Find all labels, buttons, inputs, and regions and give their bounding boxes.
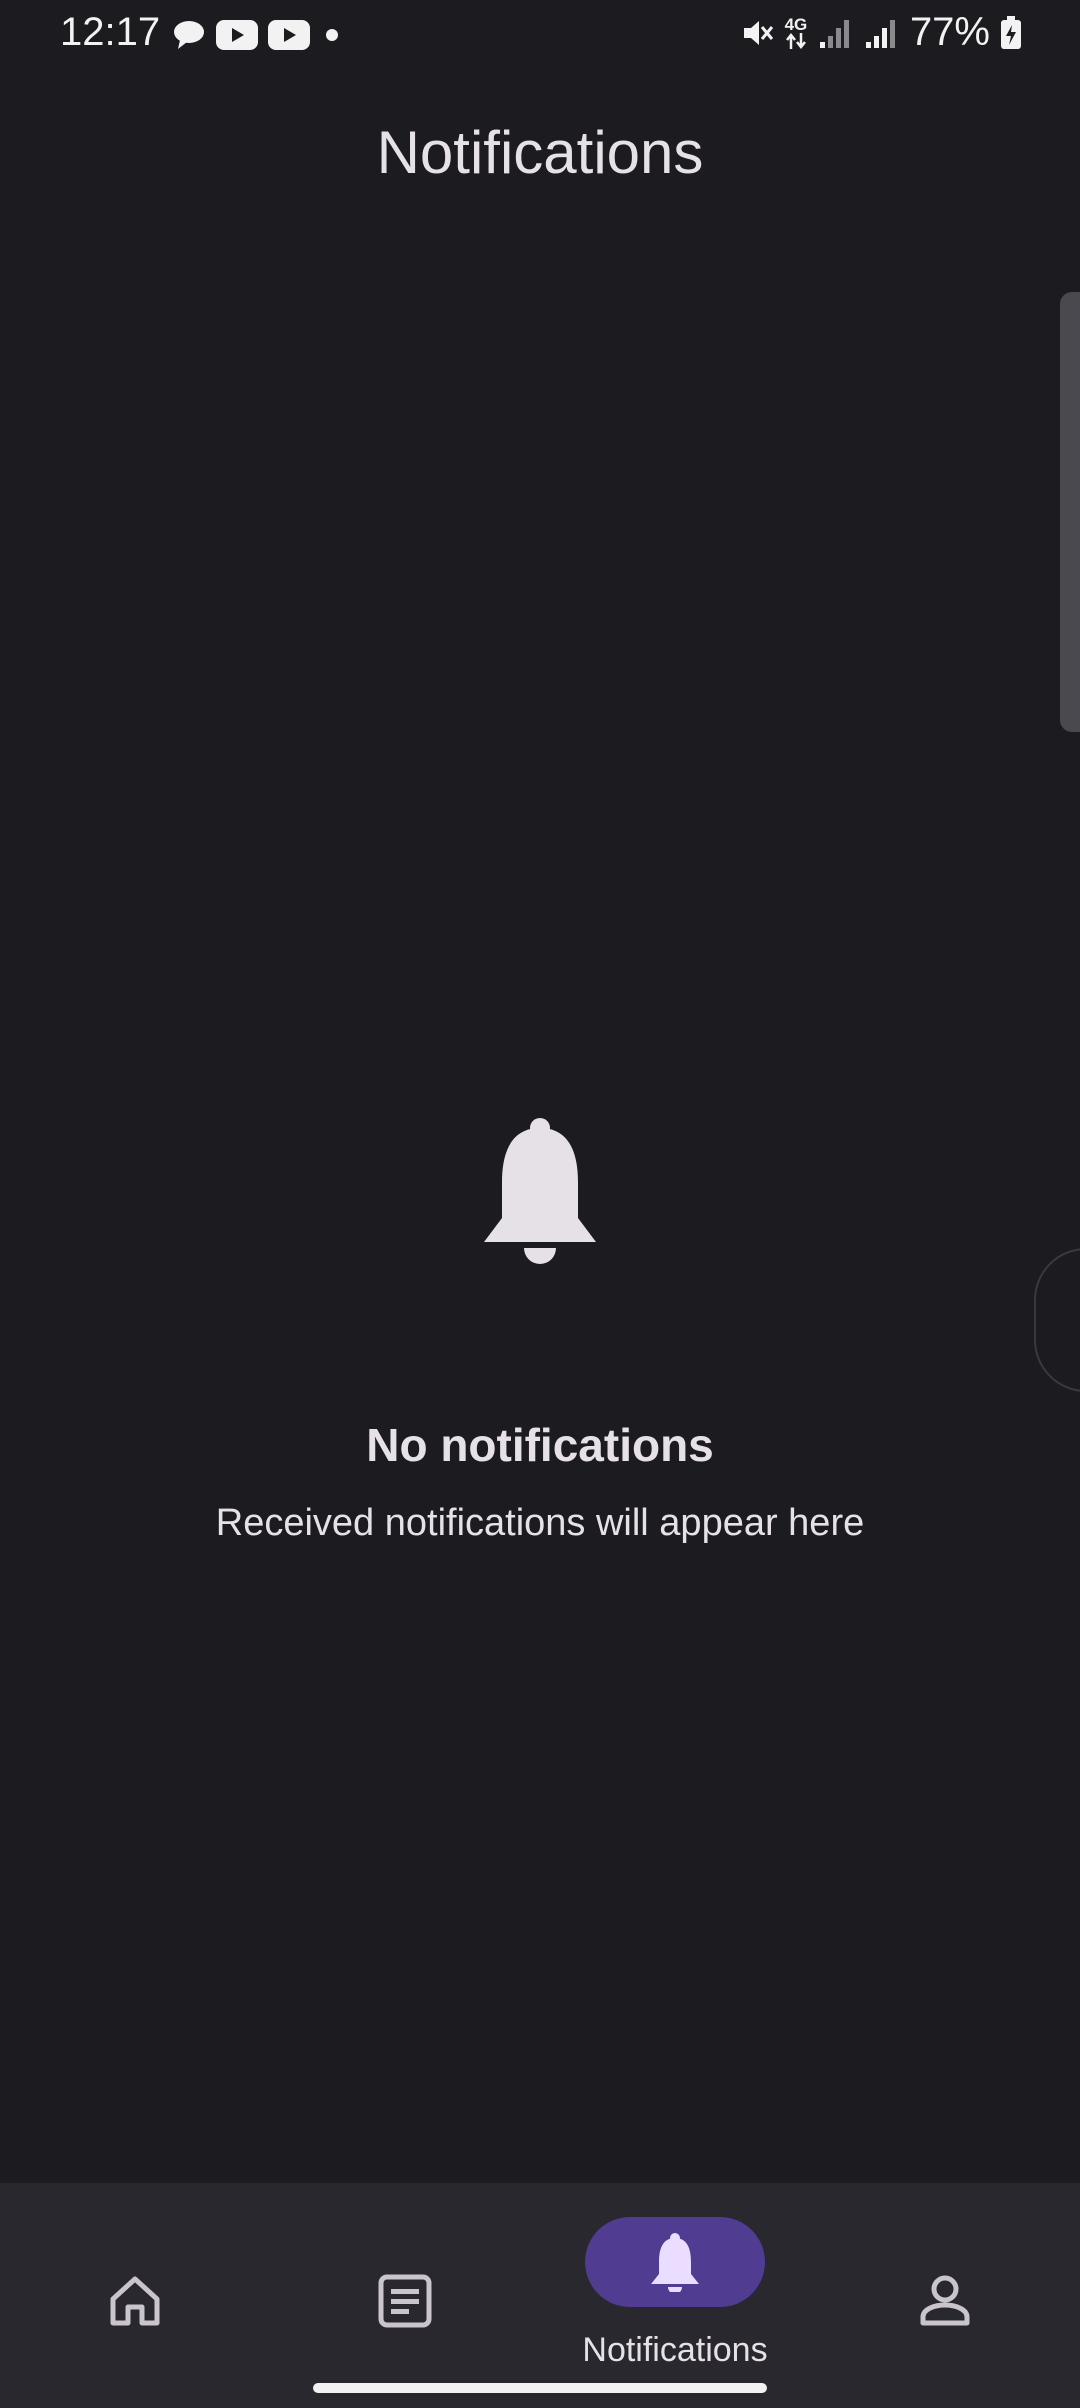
bell-icon xyxy=(651,2233,699,2292)
profile-icon xyxy=(920,2275,970,2326)
status-notification-icons xyxy=(172,18,344,52)
nav-active-indicator xyxy=(585,2217,765,2307)
home-indicator[interactable] xyxy=(313,2383,767,2393)
bell-icon xyxy=(484,1118,596,1264)
nav-item-notifications[interactable]: Notifications xyxy=(540,2183,810,2408)
nav-item-profile[interactable] xyxy=(810,2183,1080,2408)
edge-floating-button[interactable] xyxy=(1034,1248,1080,1392)
status-bar: 12:17 4G 77% xyxy=(0,0,1080,74)
feed-icon xyxy=(378,2274,432,2328)
youtube-icon xyxy=(268,20,310,50)
mute-icon xyxy=(743,20,774,45)
empty-state-subtitle: Received notifications will appear here xyxy=(215,1502,865,1544)
edge-panel-handle[interactable] xyxy=(1060,292,1080,732)
page-title: Notifications xyxy=(376,119,704,186)
status-system-icons: 4G 77% xyxy=(740,10,1022,55)
bottom-navigation: Notifications xyxy=(0,2183,1080,2408)
chat-bubble-icon xyxy=(174,21,204,49)
network-4g-icon: 4G xyxy=(784,16,808,49)
dot-icon xyxy=(326,29,338,41)
battery-charging-icon xyxy=(1001,15,1021,49)
notifications-screen: 12:17 4G 77% Notifications No notificati… xyxy=(0,0,1080,2408)
battery-percentage: 77% xyxy=(909,10,990,54)
youtube-icon xyxy=(216,20,258,50)
home-icon xyxy=(110,2276,160,2326)
signal-icon xyxy=(865,19,895,48)
status-time: 12:17 xyxy=(60,10,161,54)
nav-item-home[interactable] xyxy=(0,2183,270,2408)
nav-item-feed[interactable] xyxy=(270,2183,540,2408)
signal-icon xyxy=(819,19,849,48)
empty-state-title: No notifications xyxy=(366,1419,714,1471)
network-type-label: 4G xyxy=(784,15,808,34)
nav-label-notifications: Notifications xyxy=(582,2331,768,2369)
